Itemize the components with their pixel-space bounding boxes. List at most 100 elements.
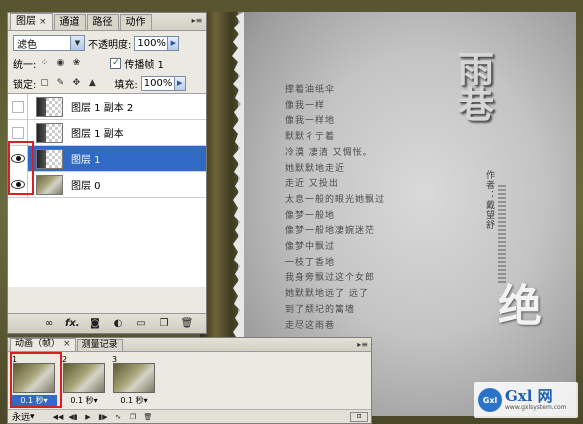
next-frame-icon[interactable]: ▮▶ bbox=[97, 411, 109, 423]
poem-line: 到了颓圮的篱墙 bbox=[285, 304, 356, 315]
layer-row-layer1-copy[interactable]: 图层 1 副本 bbox=[8, 119, 206, 146]
tab-layers-label: 图层 bbox=[16, 16, 36, 27]
frame-thumbnail bbox=[113, 363, 155, 393]
visibility-toggle[interactable] bbox=[8, 171, 28, 198]
trash-icon[interactable]: 🗑 bbox=[142, 411, 154, 423]
propagate-frame-label: 传播帧 1 bbox=[124, 59, 164, 71]
tab-paths[interactable]: 路径 bbox=[86, 14, 119, 30]
tween-icon[interactable]: ∿ bbox=[112, 411, 124, 423]
layer-thumbnail bbox=[36, 174, 63, 195]
loop-value: 永远 bbox=[12, 413, 31, 423]
fx-icon[interactable]: fx. bbox=[65, 317, 80, 331]
poem-line: 冷漠 凄清 又惆怅。 bbox=[285, 147, 373, 158]
frame-delay-select[interactable]: 0.1 秒▾ bbox=[11, 395, 57, 406]
visibility-toggle[interactable] bbox=[8, 93, 28, 120]
layers-panel: 图层 × 通道 路径 动作 ▸≡ 滤色 ▼ 不透明度: 100% ▶ 统一: ⁘ … bbox=[7, 12, 207, 334]
loop-select[interactable]: 永远 ▾ bbox=[12, 410, 52, 424]
poem-line: 太息一般的眼光她飘过 bbox=[285, 194, 386, 205]
tab-channels[interactable]: 通道 bbox=[53, 14, 86, 30]
poem-title-block: 雨巷 bbox=[450, 50, 520, 180]
fill-slider-arrow-icon[interactable]: ▶ bbox=[174, 75, 186, 91]
frame-delay-select[interactable]: 0.1 秒▾ bbox=[61, 395, 107, 406]
animation-frame-3[interactable]: 3 0.1 秒▾ bbox=[111, 355, 157, 407]
layer-name: 图层 1 副本 2 bbox=[71, 103, 134, 114]
layers-panel-toolbar: ∞ fx. ◙ ◐ ▭ ❐ 🗑 bbox=[8, 313, 206, 333]
frame-thumbnail bbox=[63, 363, 105, 393]
previous-frame-icon[interactable]: ◀▮ bbox=[67, 411, 79, 423]
layer-name: 图层 1 bbox=[71, 155, 101, 166]
animation-frame-2[interactable]: 2 0.1 秒▾ bbox=[61, 355, 107, 407]
layer-name: 图层 0 bbox=[71, 181, 101, 192]
layer-row-layer1[interactable]: 图层 1 bbox=[8, 145, 206, 172]
poem-line: 像我一样地 bbox=[285, 116, 336, 127]
layer-row-layer0[interactable]: 图层 0 bbox=[8, 171, 206, 198]
tab-layers[interactable]: 图层 × bbox=[10, 13, 53, 30]
blend-opacity-row: 滤色 ▼ 不透明度: 100% ▶ bbox=[8, 33, 206, 53]
layers-panel-tabs: 图层 × 通道 路径 动作 ▸≡ bbox=[8, 13, 206, 31]
timeline-toggle-icon[interactable]: ⊡ bbox=[350, 411, 368, 422]
tab-animation-label: 动画（帧） bbox=[15, 339, 61, 349]
panel-menu-icon[interactable]: ▸≡ bbox=[191, 15, 203, 27]
unify-position-icon[interactable]: ⁘ bbox=[38, 57, 50, 69]
poem-line: 像我一样 bbox=[285, 100, 326, 111]
animation-panel: 动画（帧） × 测量记录 ▸≡ 1 0.1 秒▾ 2 0.1 秒▾ 3 0.1 秒… bbox=[7, 337, 372, 424]
layer-thumbnail bbox=[36, 96, 63, 117]
watermark-name: Gxl 网 bbox=[505, 387, 553, 405]
visibility-toggle[interactable] bbox=[8, 119, 28, 146]
mask-icon[interactable]: ◙ bbox=[88, 317, 102, 331]
propagate-frame-checkbox[interactable]: ✓ bbox=[110, 57, 122, 69]
tab-actions[interactable]: 动作 bbox=[119, 14, 152, 30]
tab-measurement-log[interactable]: 测量记录 bbox=[76, 339, 123, 351]
unify-visibility-icon[interactable]: ◉ bbox=[54, 57, 66, 69]
poem-line: 我身旁飘过这个女郎 bbox=[285, 273, 376, 284]
poem-line: 撑着油纸伞 bbox=[285, 85, 336, 95]
fill-input[interactable]: 100% bbox=[140, 75, 175, 91]
animation-frame-1[interactable]: 1 0.1 秒▾ bbox=[11, 355, 57, 407]
adjustment-icon[interactable]: ◐ bbox=[111, 317, 125, 331]
play-icon[interactable]: ▶ bbox=[82, 411, 94, 423]
visibility-empty-box bbox=[11, 100, 24, 113]
panel-menu-icon[interactable]: ▸≡ bbox=[357, 340, 368, 350]
watermark-url: www.gxlsystem.com bbox=[505, 404, 567, 411]
frame-thumbnail bbox=[13, 363, 55, 393]
layer-thumbnail bbox=[36, 148, 63, 169]
layer-name: 图层 1 副本 bbox=[71, 129, 124, 140]
poem-line: 一枝丁香地 bbox=[285, 257, 336, 268]
link-icon[interactable]: ∞ bbox=[42, 317, 56, 331]
close-icon[interactable]: × bbox=[39, 17, 47, 27]
opacity-slider-arrow-icon[interactable]: ▶ bbox=[168, 35, 180, 51]
unify-label: 统一: bbox=[13, 59, 37, 71]
eye-icon bbox=[10, 180, 25, 189]
blend-mode-value: 滤色 bbox=[17, 39, 37, 51]
poem-line: 走尽这雨巷 bbox=[285, 320, 336, 331]
lock-position-icon[interactable]: ✥ bbox=[70, 77, 82, 89]
first-frame-icon[interactable]: ◀◀ bbox=[52, 411, 64, 423]
lock-label: 锁定: bbox=[13, 79, 37, 91]
close-icon[interactable]: × bbox=[63, 339, 71, 349]
poem-author: 作者：戴望舒 bbox=[484, 170, 494, 230]
opacity-input[interactable]: 100% bbox=[134, 35, 169, 51]
group-icon[interactable]: ▭ bbox=[134, 317, 148, 331]
visibility-toggle[interactable] bbox=[8, 145, 28, 172]
layer-list: 图层 1 副本 2 图层 1 副本 图层 1 图层 0 bbox=[8, 93, 206, 287]
poem-line: 默默彳亍着 bbox=[285, 132, 336, 143]
tab-animation-frames[interactable]: 动画（帧） × bbox=[10, 338, 76, 351]
lock-all-icon[interactable]: ▲ bbox=[86, 77, 98, 89]
frame-strip: 1 0.1 秒▾ 2 0.1 秒▾ 3 0.1 秒▾ bbox=[11, 355, 161, 407]
watermark-logo: Gxl bbox=[478, 388, 502, 412]
blend-mode-select[interactable]: 滤色 ▼ bbox=[13, 35, 85, 51]
animation-panel-tabs: 动画（帧） × 测量记录 ▸≡ bbox=[8, 338, 371, 352]
lock-pixels-icon[interactable]: ✎ bbox=[54, 77, 66, 89]
new-layer-icon[interactable]: ❐ bbox=[157, 317, 171, 331]
duplicate-frame-icon[interactable]: ❐ bbox=[127, 411, 139, 423]
frame-delay-select[interactable]: 0.1 秒▾ bbox=[111, 395, 157, 406]
chevron-down-icon: ▼ bbox=[70, 36, 84, 50]
poem-line: 像梦一般地 bbox=[285, 210, 336, 221]
eye-icon bbox=[10, 154, 25, 163]
poem-title: 雨巷 bbox=[452, 50, 494, 122]
trash-icon[interactable]: 🗑 bbox=[180, 317, 194, 331]
lock-transparency-icon[interactable]: ▢ bbox=[38, 77, 50, 89]
unify-style-icon[interactable]: ❀ bbox=[70, 57, 82, 69]
layer-row-layer1-copy2[interactable]: 图层 1 副本 2 bbox=[8, 93, 206, 120]
fill-label: 填充: bbox=[114, 79, 138, 91]
